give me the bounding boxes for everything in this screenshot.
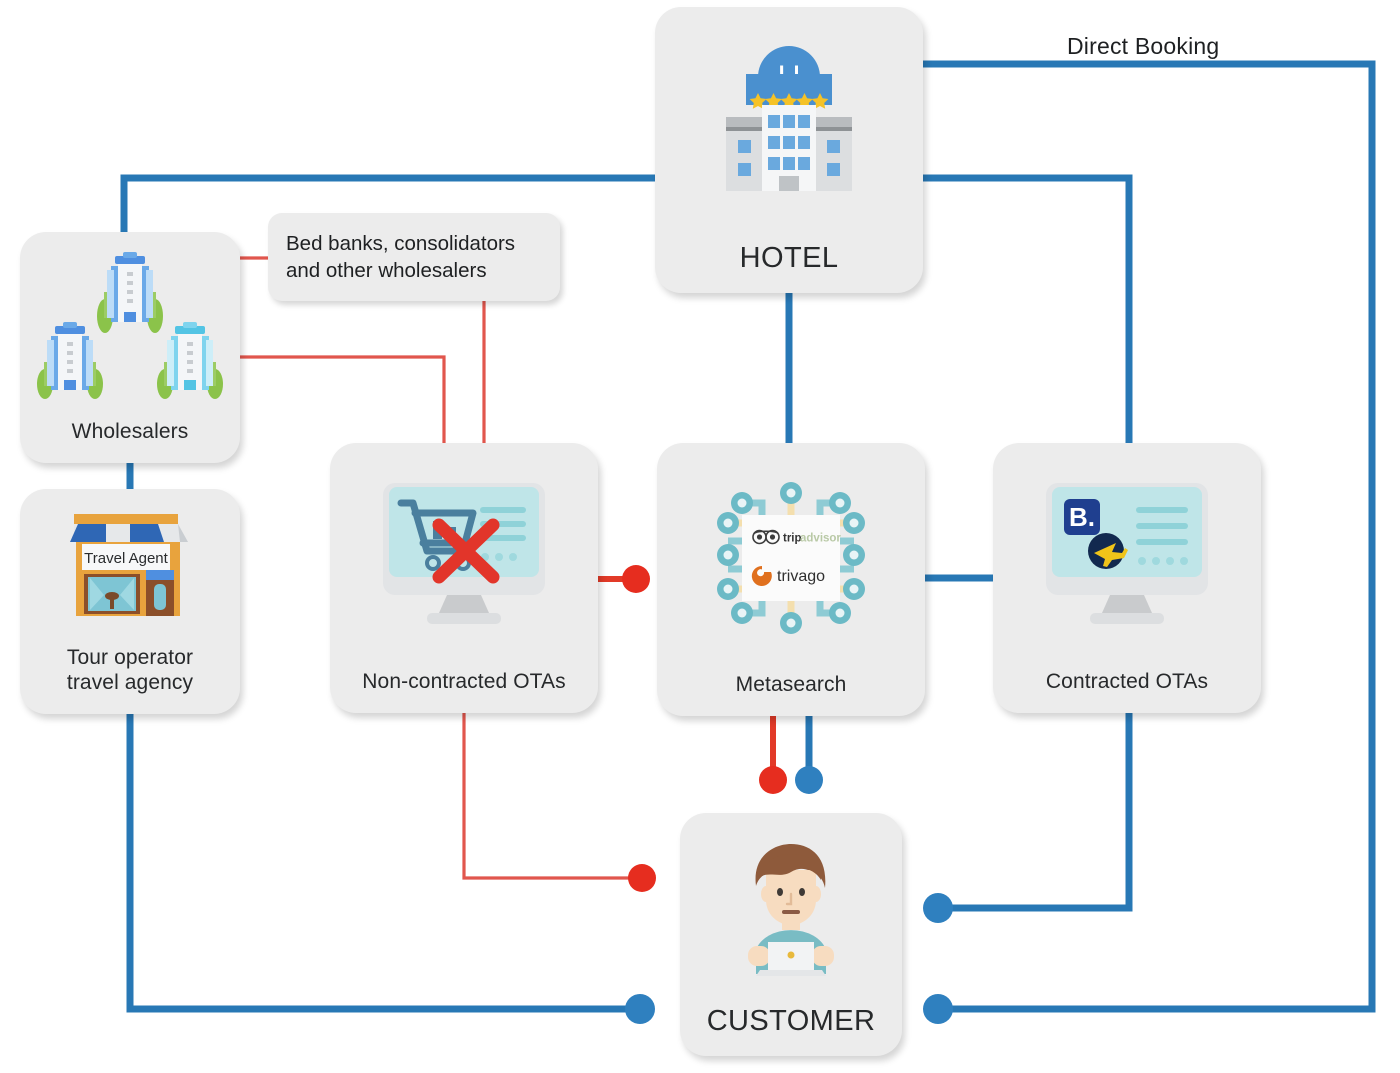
svg-text:advisor: advisor xyxy=(800,533,841,545)
direct-booking-label: Direct Booking xyxy=(1067,33,1220,59)
metasearch-art: trip advisor trivago xyxy=(657,443,925,673)
callout-bed-banks: Bed banks, consolidators and other whole… xyxy=(268,213,560,301)
node-customer-label: CUSTOMER xyxy=(706,1004,876,1037)
wire-noncontracted-customer xyxy=(462,713,633,880)
node-metasearch[interactable]: trip advisor trivago Metasearch xyxy=(657,443,925,716)
booking-monitor-icon: B. xyxy=(1046,482,1208,624)
node-tour-operator-label: Tour operator travel agency xyxy=(66,646,194,695)
node-metasearch-label: Metasearch xyxy=(735,673,847,697)
node-hotel[interactable]: HOTEL xyxy=(655,7,923,293)
wire-touroperator-customer xyxy=(126,714,633,1013)
node-contracted-otas-label: Contracted OTAs xyxy=(1045,670,1209,694)
dot-customer-right-lower xyxy=(923,994,953,1024)
node-hotel-label: HOTEL xyxy=(739,241,839,274)
hotel-building-icon: H xyxy=(726,46,852,192)
dot-metasearch-blue xyxy=(795,766,823,794)
wire-wholesalers-noncontracted xyxy=(240,355,446,443)
travel-agent-sign-text: Travel Agent xyxy=(84,550,168,567)
contracted-otas-art: B. xyxy=(993,443,1261,670)
non-contracted-otas-art xyxy=(330,443,598,670)
blocked-cart-monitor-icon xyxy=(383,482,545,624)
node-wholesalers[interactable]: Wholesalers xyxy=(20,232,240,463)
tour-operator-art: Travel Agent xyxy=(20,489,240,646)
wholesalers-art xyxy=(20,232,240,420)
callout-bed-banks-text: Bed banks, consolidators and other whole… xyxy=(286,231,516,282)
node-customer[interactable]: CUSTOMER xyxy=(680,813,902,1056)
node-wholesalers-label: Wholesalers xyxy=(71,420,189,444)
dot-noncontracted-customer xyxy=(628,864,656,892)
travel-agent-shop-icon: Travel Agent xyxy=(70,513,188,616)
hotel-art: H xyxy=(655,7,923,241)
booking-logo-icon: B. xyxy=(1064,498,1100,535)
node-non-contracted-otas[interactable]: Non-contracted OTAs xyxy=(330,443,598,713)
customer-art xyxy=(680,813,902,1004)
dot-noncontracted-metasearch xyxy=(622,565,650,593)
diagram-canvas: Direct Booking Bed banks, consolidators … xyxy=(0,0,1400,1073)
wholesaler-buildings-icon xyxy=(37,252,223,400)
metasearch-network-icon: trip advisor trivago xyxy=(717,482,865,635)
node-non-contracted-otas-label: Non-contracted OTAs xyxy=(362,670,566,694)
node-contracted-otas[interactable]: B. Contracted OTAs xyxy=(993,443,1261,713)
person-laptop-icon xyxy=(748,844,834,977)
dot-customer-right-upper xyxy=(923,893,953,923)
dot-metasearch-red xyxy=(759,766,787,794)
dot-customer-left-lower xyxy=(625,994,655,1024)
node-tour-operator[interactable]: Travel Agent Tour operator travel agency xyxy=(20,489,240,714)
svg-text:trivago: trivago xyxy=(777,568,825,585)
svg-text:B.: B. xyxy=(1069,502,1095,532)
svg-text:trip: trip xyxy=(783,533,802,545)
